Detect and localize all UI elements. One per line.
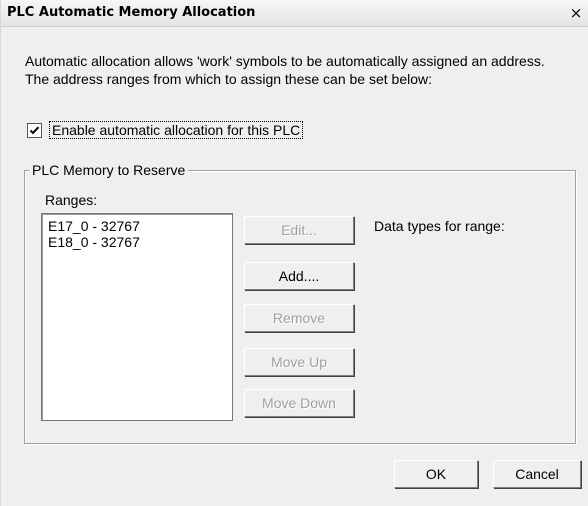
dialog-window: PLC Automatic Memory Allocation × Automa… <box>0 0 588 506</box>
description-line-2: The address ranges from which to assign … <box>25 71 432 87</box>
window-title: PLC Automatic Memory Allocation <box>7 5 256 20</box>
description-line-1: Automatic allocation allows 'work' symbo… <box>25 53 545 69</box>
ranges-label: Ranges: <box>45 192 98 208</box>
cancel-button[interactable]: Cancel <box>493 460 581 488</box>
title-bar: PLC Automatic Memory Allocation × <box>1 0 588 27</box>
group-title: PLC Memory to Reserve <box>29 162 189 178</box>
list-item[interactable]: E18_0 - 32767 <box>48 234 140 250</box>
ok-button[interactable]: OK <box>394 460 478 488</box>
move-down-button[interactable]: Move Down <box>244 389 354 417</box>
enable-allocation-checkbox[interactable] <box>27 123 42 138</box>
description-text: Automatic allocation allows 'work' symbo… <box>25 52 585 88</box>
add-button[interactable]: Add.... <box>244 262 354 290</box>
close-icon[interactable]: × <box>567 4 585 22</box>
ranges-listbox[interactable]: E17_0 - 32767 E18_0 - 32767 <box>41 213 233 421</box>
move-up-button[interactable]: Move Up <box>244 348 354 376</box>
enable-allocation-label[interactable]: Enable automatic allocation for this PLC <box>49 121 304 139</box>
checkmark-icon <box>29 126 40 135</box>
list-item[interactable]: E17_0 - 32767 <box>48 218 140 234</box>
edit-button[interactable]: Edit... <box>244 216 354 244</box>
data-types-label: Data types for range: <box>374 218 505 234</box>
remove-button[interactable]: Remove <box>244 304 354 332</box>
